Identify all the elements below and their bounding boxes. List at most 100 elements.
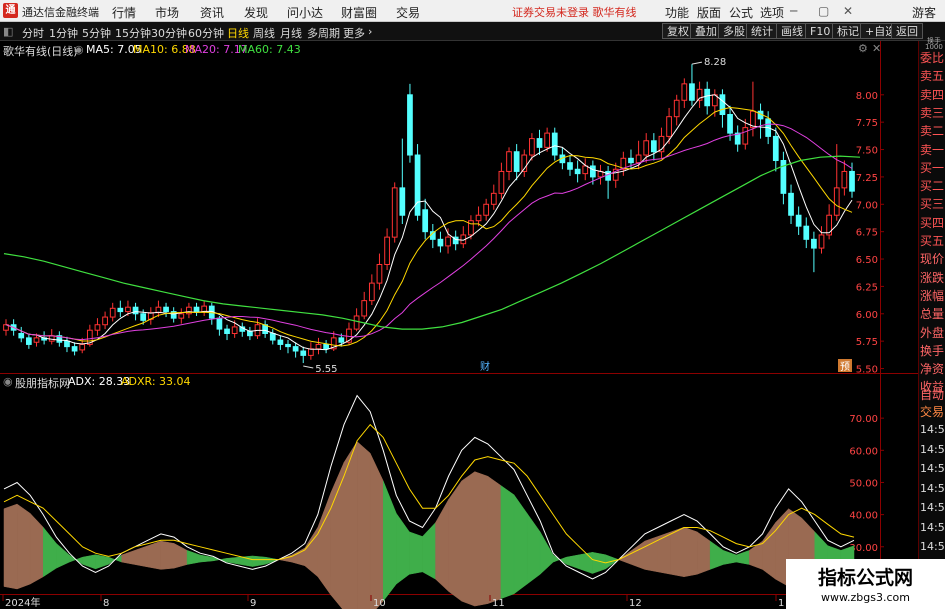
candle-body bbox=[163, 306, 169, 313]
sidebar-time: 14:56 bbox=[920, 462, 945, 475]
sidebar-item: 卖二 bbox=[920, 124, 945, 139]
adx-band-segment bbox=[147, 540, 162, 570]
candle-body bbox=[567, 162, 573, 170]
candle-body bbox=[33, 337, 40, 343]
chart-settings-icon[interactable]: ⚙ bbox=[858, 42, 868, 55]
guest-label[interactable]: 游客 bbox=[912, 4, 936, 21]
y-tick-label: 7.75 bbox=[856, 118, 878, 129]
adx-band-segment bbox=[330, 462, 345, 609]
candle-body bbox=[323, 343, 329, 350]
window-close-icon[interactable]: ✕ bbox=[843, 4, 853, 18]
low-label: 5.55 bbox=[315, 364, 337, 375]
period-15min[interactable]: 15分钟 bbox=[115, 25, 151, 41]
chart-close-icon[interactable]: ✕ bbox=[872, 42, 881, 55]
candle-body bbox=[414, 154, 421, 216]
candle-body bbox=[315, 343, 322, 350]
candle-body bbox=[849, 170, 855, 192]
menu-wealth[interactable]: 财富圈 bbox=[341, 4, 377, 21]
period-more[interactable]: 更多 bbox=[343, 25, 365, 41]
menu-function[interactable]: 功能 bbox=[665, 4, 689, 21]
date-label: 11 bbox=[492, 598, 505, 609]
period-multi[interactable]: 多周期 bbox=[307, 25, 340, 41]
candle-body bbox=[673, 99, 680, 118]
menu-formula[interactable]: 公式 bbox=[729, 4, 753, 21]
adx-band-segment bbox=[134, 545, 149, 568]
candle-body bbox=[285, 343, 291, 348]
candle-body bbox=[536, 138, 543, 148]
sidebar-item: 卖五 bbox=[920, 69, 945, 84]
candle-body bbox=[132, 306, 139, 315]
sidebar-time: 14:56 bbox=[920, 423, 945, 436]
candle-body bbox=[376, 264, 383, 284]
price-chart[interactable]: 8.00 7.75 7.50 7.25 7.00 6.75 6.50 6.25 6.00 5.75… bbox=[0, 41, 918, 609]
candle-body bbox=[79, 343, 86, 351]
menu-quotes[interactable]: 行情 bbox=[112, 4, 136, 21]
candle-body bbox=[727, 114, 733, 134]
candle-body bbox=[681, 83, 688, 101]
sidebar-item: 买三 bbox=[920, 197, 945, 212]
back-button[interactable]: 返回 bbox=[891, 23, 923, 39]
y-tick-label: 6.75 bbox=[856, 228, 878, 239]
candle-body bbox=[788, 192, 794, 216]
menu-ask[interactable]: 问小达 bbox=[287, 4, 323, 21]
menu-layout[interactable]: 版面 bbox=[697, 4, 721, 21]
draw-line-button[interactable]: 画线 bbox=[776, 23, 808, 39]
candle-body bbox=[102, 316, 108, 326]
candle-body bbox=[719, 94, 726, 116]
candle-body bbox=[689, 83, 695, 101]
candle-body bbox=[826, 214, 832, 236]
candle-body bbox=[590, 165, 596, 178]
period-monthly[interactable]: 月线 bbox=[280, 25, 302, 41]
window-minimize-icon[interactable]: ─ bbox=[790, 4, 797, 18]
menu-news[interactable]: 资讯 bbox=[200, 4, 224, 21]
low-pointer bbox=[303, 365, 314, 369]
indicator-settings-icon[interactable]: ◉ bbox=[3, 375, 13, 388]
settings-dot-icon[interactable]: ◉ bbox=[74, 43, 84, 56]
candle-body bbox=[26, 337, 32, 345]
period-5min[interactable]: 5分钟 bbox=[82, 25, 111, 41]
period-daily[interactable]: 日线 bbox=[227, 25, 249, 41]
menu-trade[interactable]: 交易 bbox=[396, 4, 420, 21]
candle-body bbox=[94, 324, 101, 331]
menu-discover[interactable]: 发现 bbox=[244, 4, 268, 21]
adx-band-segment bbox=[579, 551, 593, 574]
adx-band-segment bbox=[657, 531, 672, 575]
adx-band-segment bbox=[696, 531, 711, 575]
y-tick-label: 5.50 bbox=[856, 365, 878, 376]
menu-options[interactable]: 选项 bbox=[760, 4, 784, 21]
adx-band-segment bbox=[409, 531, 423, 575]
panel-toggle-icon[interactable]: ◧ bbox=[3, 25, 13, 38]
menu-market[interactable]: 市场 bbox=[155, 4, 179, 21]
statistics-button[interactable]: 统计 bbox=[746, 23, 778, 39]
candle-body bbox=[71, 346, 78, 352]
period-weekly[interactable]: 周线 bbox=[253, 25, 275, 41]
candle-body bbox=[247, 330, 253, 337]
candle-body bbox=[338, 337, 345, 343]
high-pointer bbox=[691, 61, 703, 65]
candle-body bbox=[201, 305, 208, 313]
date-label: 2024年 bbox=[5, 596, 40, 609]
candle-body bbox=[300, 350, 307, 356]
chevron-right-icon[interactable]: › bbox=[368, 25, 372, 38]
indicator-title: 股朋指标网 bbox=[15, 377, 70, 390]
candle-body bbox=[384, 236, 390, 266]
f10-button[interactable]: F10 bbox=[805, 23, 836, 39]
period-1min[interactable]: 1分钟 bbox=[49, 25, 78, 41]
period-60min[interactable]: 60分钟 bbox=[188, 25, 224, 41]
app-title: 通达信金融终端 bbox=[22, 6, 99, 19]
window-maximize-icon[interactable]: ▢ bbox=[818, 4, 829, 18]
adx-band-segment bbox=[435, 498, 449, 592]
candle-body bbox=[544, 132, 550, 148]
period-30min[interactable]: 30分钟 bbox=[151, 25, 187, 41]
candle-body bbox=[231, 326, 238, 334]
candle-body bbox=[841, 170, 848, 189]
y-tick-label: 7.00 bbox=[856, 200, 878, 211]
period-intraday[interactable]: 分时 bbox=[22, 25, 44, 41]
candle-body bbox=[506, 151, 512, 172]
candle-body bbox=[551, 132, 558, 156]
adx-band-segment bbox=[382, 480, 397, 602]
adx-band-segment bbox=[173, 543, 188, 569]
candle-body bbox=[292, 346, 299, 352]
sidebar-item: 现价 bbox=[920, 252, 945, 267]
adx-band-segment bbox=[29, 512, 44, 585]
